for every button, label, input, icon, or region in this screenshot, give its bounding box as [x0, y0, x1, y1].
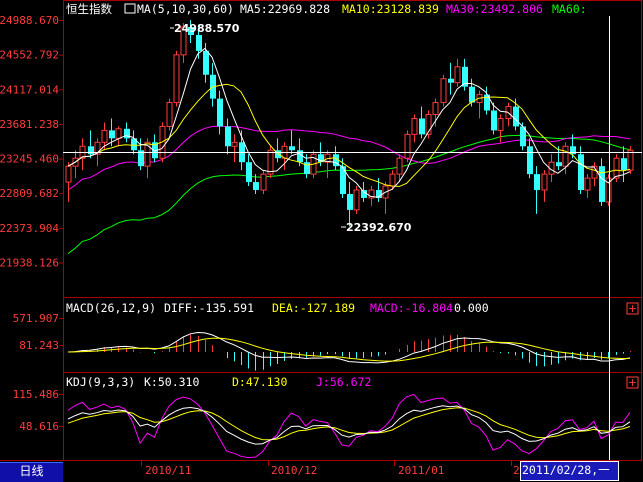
kdj-k: K:50.310 — [144, 375, 199, 389]
candle-body — [347, 193, 353, 210]
candle-body — [613, 157, 620, 179]
candle-body — [527, 146, 533, 175]
candle-body — [173, 54, 180, 104]
candle-body — [570, 146, 576, 155]
kdj-d: D:47.130 — [232, 375, 287, 389]
price-axis-label: 24117.014 — [0, 83, 59, 96]
candle-body — [432, 102, 439, 115]
macd-zero: 0.000 — [454, 301, 489, 315]
macd-axis-mid: 81.243 — [19, 339, 59, 352]
price-axis-ticks — [59, 20, 63, 264]
indicator-icon[interactable] — [124, 3, 136, 14]
price-axis-labels: 24988.670 24552.792 24117.014 23681.238 2324… — [0, 14, 59, 270]
candle-body — [541, 173, 548, 191]
candle-body — [513, 106, 519, 127]
candle-body — [65, 165, 72, 183]
chart-frame — [0, 0, 642, 461]
ma5-value: MA5:22969.828 — [240, 2, 330, 16]
month-label: 2011/01 — [398, 464, 444, 477]
candle-body — [440, 78, 447, 104]
cursor-date: 2011/02/28,一 — [522, 463, 610, 477]
price-axis-label: 23681.238 — [0, 118, 59, 131]
price-axis-label: 21938.126 — [0, 257, 59, 270]
candle-body — [203, 50, 209, 75]
daily-tab-label[interactable]: 日线 — [0, 463, 63, 480]
candle-body — [260, 173, 267, 191]
candle-body — [289, 146, 295, 151]
macd-value: MACD:-16.804 — [370, 301, 453, 315]
candle-body — [253, 182, 259, 191]
ma60-value: MA60: — [552, 2, 587, 16]
x-axis: 2010/11 2010/12 2011/01 2011/0 — [141, 460, 553, 477]
macd-dea: DEA:-127.189 — [272, 301, 355, 315]
candle-body — [404, 133, 411, 159]
low-annotation: 22392.670 — [346, 221, 412, 234]
price-axis-label: 22373.904 — [0, 222, 59, 235]
index-title: 恒生指数 — [66, 2, 112, 16]
ma30-value: MA30:23492.806 — [446, 2, 543, 16]
kdj-d-line — [67, 407, 631, 441]
candle-body — [621, 158, 627, 171]
candle-body — [584, 177, 591, 191]
candle-body — [599, 166, 605, 202]
macd-header: MACD(26,12,9) — [66, 301, 156, 315]
stock-chart[interactable]: 24988.670 24552.792 24117.014 23681.238 2324… — [0, 0, 643, 481]
ma10-line — [67, 83, 631, 187]
kdj-j: J:56.672 — [316, 375, 371, 389]
candle-body — [124, 128, 130, 139]
candle-body — [497, 117, 504, 131]
candle-body — [225, 126, 231, 147]
candle-body — [109, 130, 115, 139]
kdj-axis-mid: 48.616 — [19, 420, 59, 433]
candle-body — [448, 78, 454, 83]
kdj-lines — [67, 393, 631, 459]
candle-body — [166, 102, 173, 127]
candle-body — [340, 166, 346, 194]
macd-plus-icon: + — [628, 302, 637, 315]
price-axis-label: 23245.460 — [0, 153, 59, 166]
high-annotation: 24988.570 — [174, 22, 240, 35]
price-axis-label: 22809.682 — [0, 187, 59, 200]
candle-body — [115, 128, 122, 139]
kdj-axis-top: 115.486 — [13, 388, 59, 401]
candle-body — [491, 110, 497, 131]
candle-body — [304, 162, 310, 175]
candle-body — [196, 34, 202, 51]
kdj-header: KDJ(9,3,3) — [66, 375, 135, 389]
candle-body — [627, 149, 634, 171]
candle-body — [246, 162, 252, 183]
ma-params: MA(5,10,30,60) — [137, 2, 234, 16]
macd-lines — [67, 331, 631, 364]
candle-body — [419, 118, 425, 135]
candle-body — [454, 66, 461, 84]
candle-body — [411, 117, 418, 135]
macd-diff: DIFF:-135.591 — [164, 301, 254, 315]
kdj-plus-icon: + — [628, 376, 637, 389]
price-axis-label: 24988.670 — [0, 14, 59, 27]
macd-axis-top: 571.907 — [13, 312, 59, 325]
ma10-value: MA10:23128.839 — [342, 2, 439, 16]
candle-body — [389, 173, 396, 187]
month-label: 2010/11 — [145, 464, 191, 477]
candle-body — [217, 98, 223, 127]
candlesticks — [65, 20, 634, 227]
candle-body — [267, 149, 274, 175]
candle-body — [396, 157, 403, 175]
candle-body — [353, 189, 360, 211]
candle-body — [231, 141, 238, 147]
candle-body — [88, 146, 94, 155]
ma10-path — [67, 83, 631, 187]
candle-body — [562, 145, 569, 167]
price-axis-label: 24552.792 — [0, 49, 59, 62]
candle-body — [534, 174, 540, 191]
candle-body — [578, 154, 584, 191]
macd-histogram — [75, 334, 631, 371]
candle-body — [556, 162, 562, 167]
candle-body — [101, 129, 108, 143]
candle-body — [469, 86, 475, 103]
month-label: 2010/12 — [271, 464, 317, 477]
